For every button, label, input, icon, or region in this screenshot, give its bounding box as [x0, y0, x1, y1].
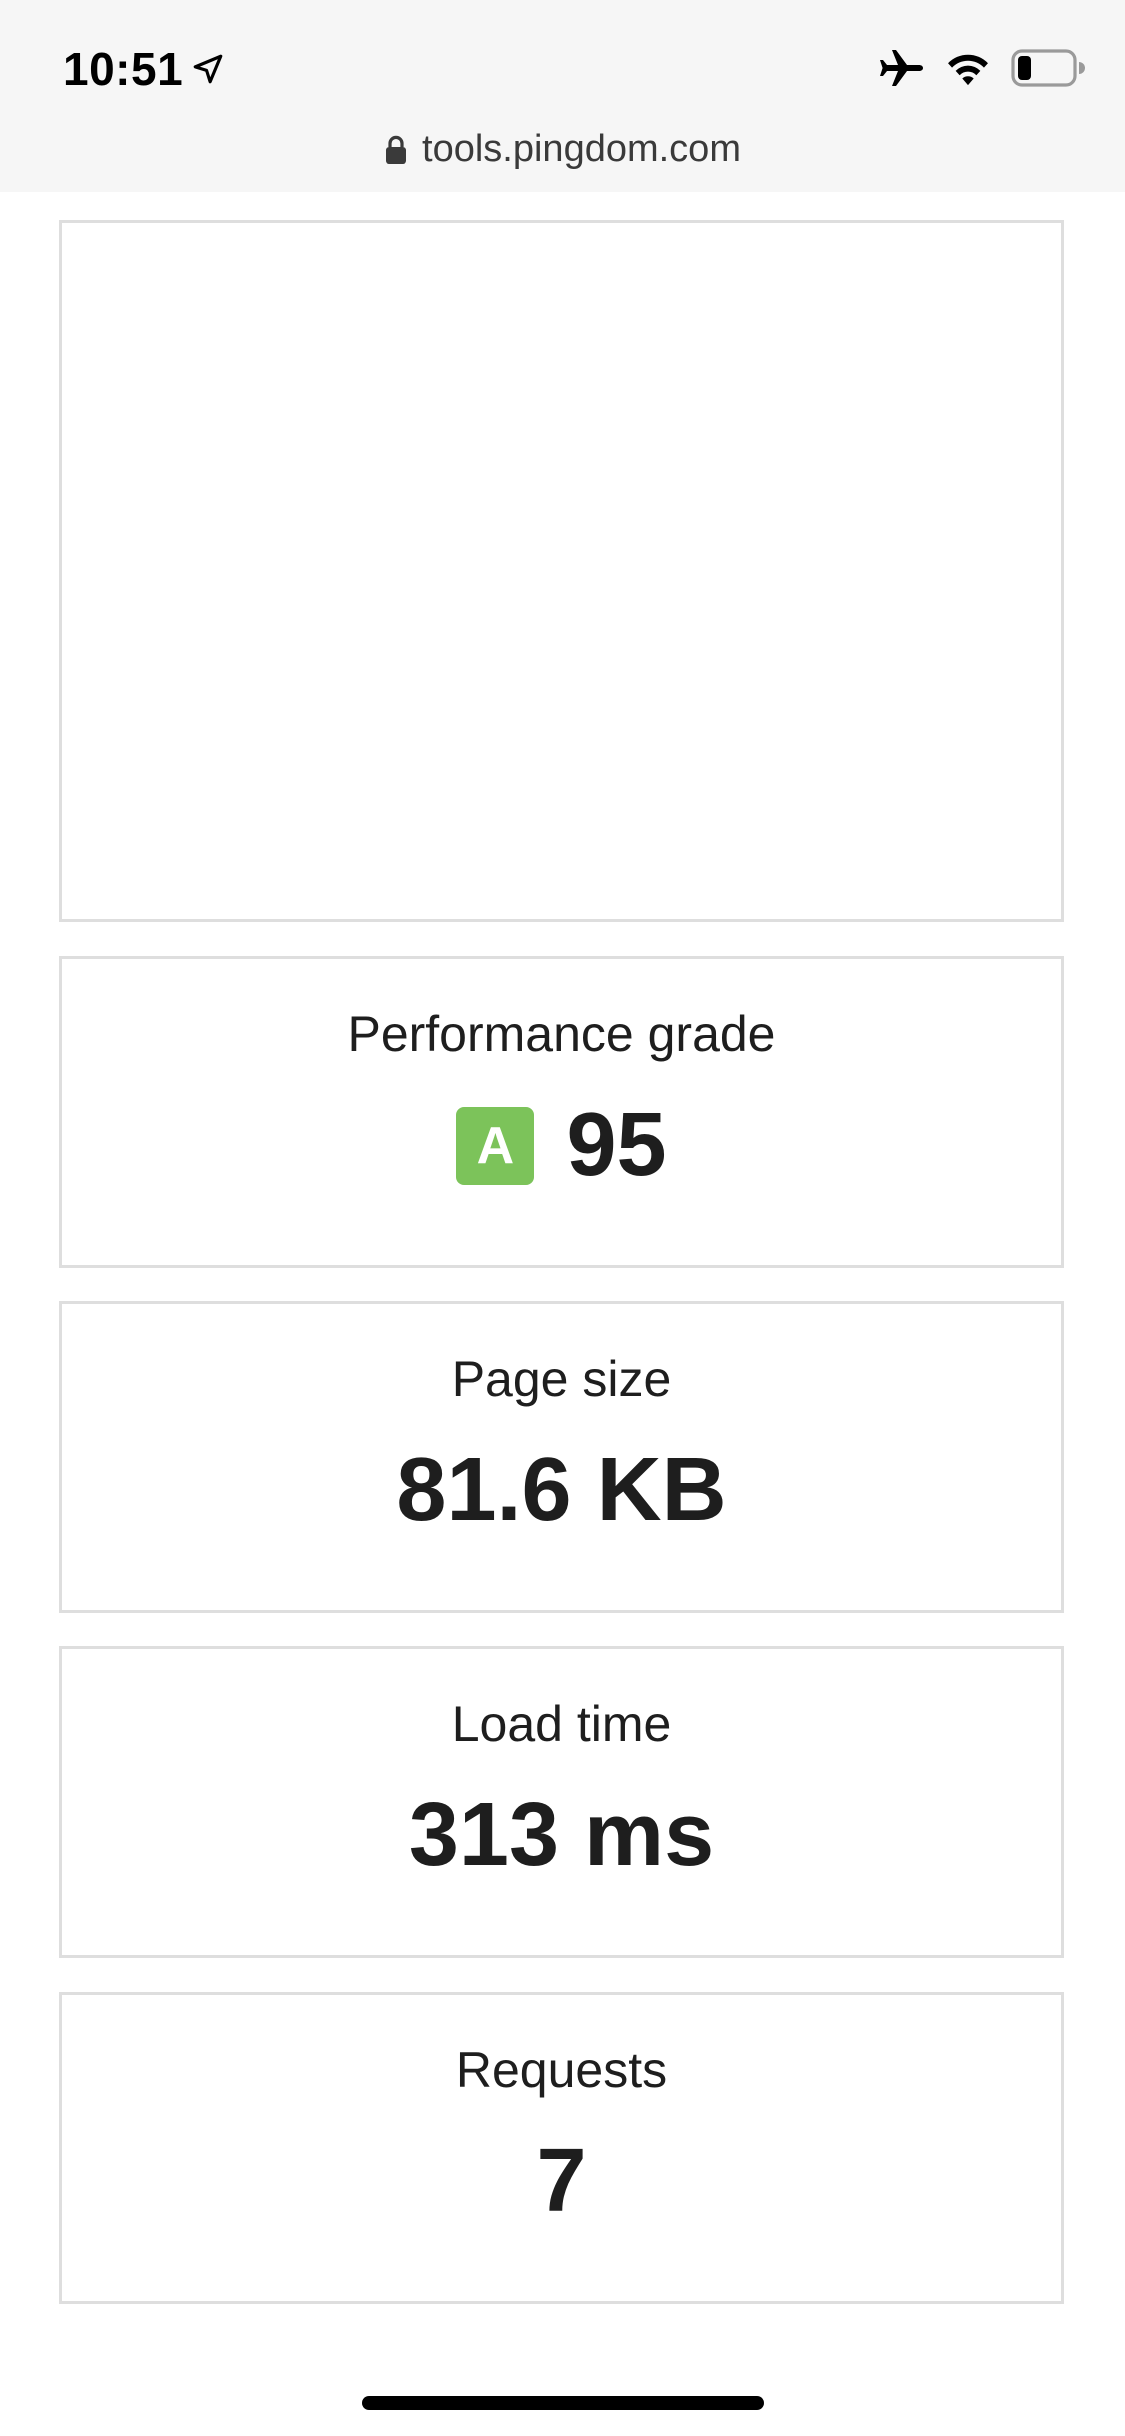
url-text: tools.pingdom.com — [422, 128, 741, 170]
performance-grade-value: A 95 — [62, 1094, 1061, 1197]
requests-label: Requests — [455, 2042, 668, 2098]
grade-score: 95 — [566, 1095, 667, 1195]
status-bar-time: 10:51 — [63, 42, 225, 96]
lock-icon — [386, 135, 407, 164]
address-bar[interactable]: tools.pingdom.com — [0, 128, 1125, 171]
wifi-icon — [948, 54, 988, 86]
grade-badge: A — [456, 1106, 535, 1185]
performance-grade-card: Performance grade A 95 — [59, 956, 1064, 1268]
requests-value: 7 — [536, 2131, 587, 2231]
status-icons — [877, 48, 1085, 88]
requests-card: Requests 7 — [59, 1992, 1064, 2304]
home-indicator[interactable] — [362, 2396, 764, 2410]
load-time-label: Load time — [451, 1696, 672, 1752]
load-time-value: 313 ms — [408, 1785, 715, 1885]
screenshot-preview-card — [59, 220, 1064, 922]
page-size-label: Page size — [451, 1351, 672, 1407]
page-size-value: 81.6 KB — [396, 1440, 727, 1540]
airplane-icon — [880, 50, 923, 86]
status-time-text: 10:51 — [63, 43, 184, 95]
load-time-card: Load time 313 ms — [59, 1646, 1064, 1958]
location-arrow-icon — [193, 54, 223, 84]
page-size-card: Page size 81.6 KB — [59, 1301, 1064, 1613]
battery-icon — [1011, 49, 1085, 87]
browser-top-bar: 10:51 tools.pingdom.com — [0, 0, 1125, 192]
performance-grade-label: Performance grade — [347, 1006, 776, 1062]
